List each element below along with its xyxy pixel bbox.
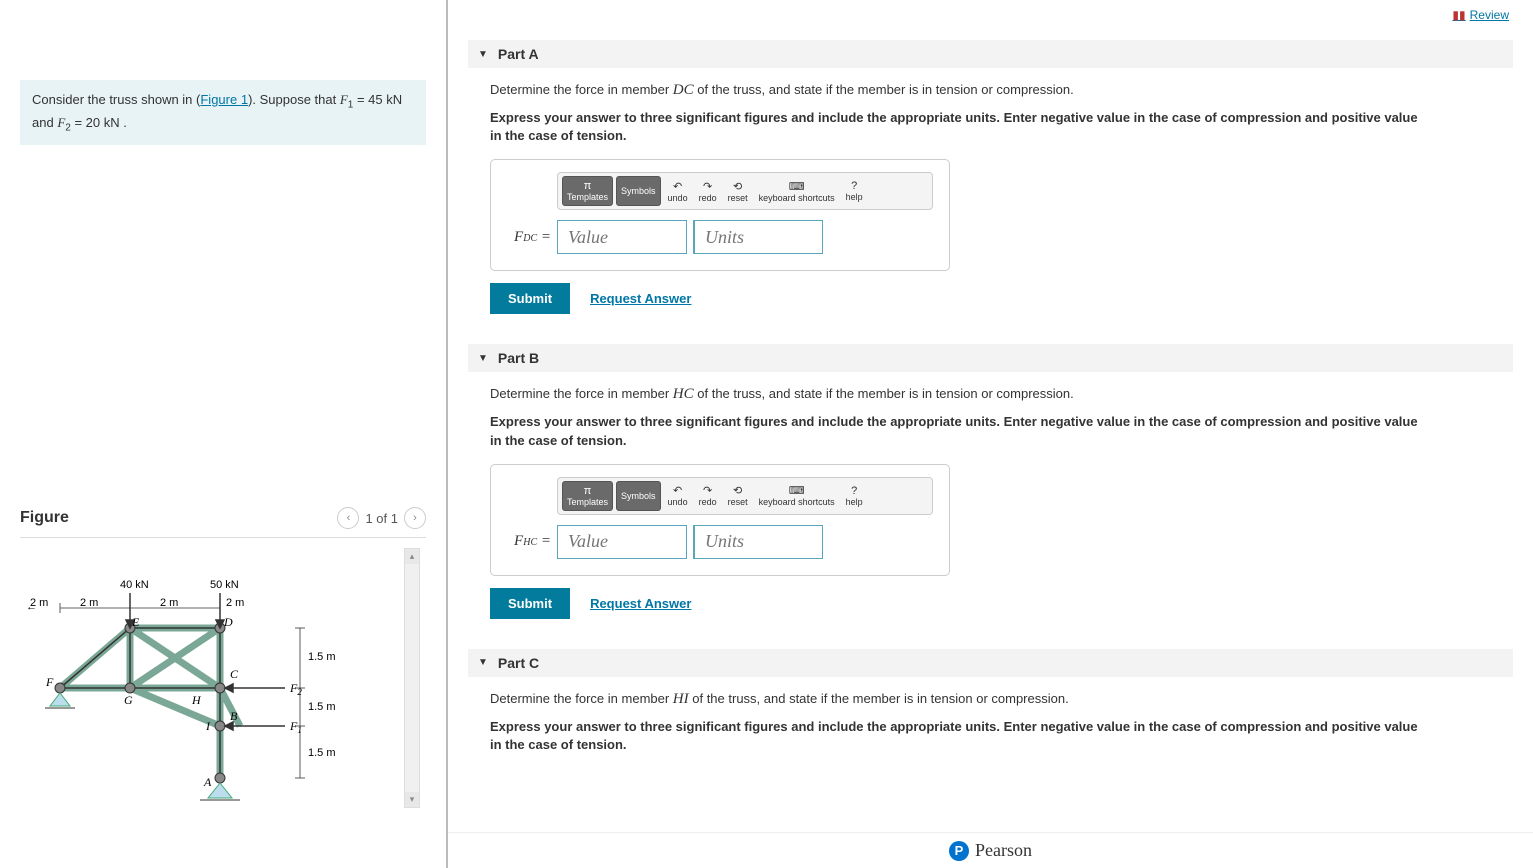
- footer-brand: Pearson: [975, 840, 1032, 861]
- redo-button[interactable]: ↷redo: [695, 176, 721, 206]
- review-link[interactable]: ▮▮ Review: [1452, 8, 1509, 22]
- symbols-button[interactable]: Symbols: [616, 481, 661, 511]
- figure-title: Figure: [20, 509, 69, 527]
- figure-link[interactable]: Figure 1: [200, 92, 248, 107]
- caret-down-icon: ▼: [478, 49, 488, 60]
- svg-text:40 kN: 40 kN: [120, 579, 149, 591]
- reset-button[interactable]: ⟲reset: [724, 176, 752, 206]
- part-a-value-input[interactable]: [557, 220, 687, 254]
- svg-text:2 m: 2 m: [160, 597, 178, 609]
- part-b-header[interactable]: ▼ Part B: [468, 344, 1513, 372]
- part-b-hint: Express your answer to three significant…: [490, 413, 1430, 449]
- part-a-units-input[interactable]: [693, 220, 823, 254]
- part-a-section: ▼ Part A Determine the force in member D…: [468, 40, 1513, 324]
- templates-button[interactable]: πTemplates: [562, 176, 613, 206]
- caret-down-icon: ▼: [478, 657, 488, 668]
- figure-scrollbar[interactable]: ▴ ▾: [404, 548, 420, 808]
- answer-toolbar: πTemplates Symbols ↶undo ↷redo ⟲reset ⌨k…: [557, 477, 933, 515]
- figure-section: Figure ‹ 1 of 1 ›: [20, 507, 426, 808]
- footer: P Pearson: [448, 832, 1533, 868]
- answer-toolbar: πTemplates Symbols ↶undo ↷redo ⟲reset ⌨k…: [557, 172, 933, 210]
- reset-button[interactable]: ⟲reset: [724, 481, 752, 511]
- part-c-title: Part C: [498, 655, 539, 671]
- svg-text:1.5 m: 1.5 m: [308, 701, 336, 713]
- part-b-value-input[interactable]: [557, 525, 687, 559]
- part-b-section: ▼ Part B Determine the force in member H…: [468, 344, 1513, 628]
- part-a-title: Part A: [498, 46, 539, 62]
- part-b-submit-button[interactable]: Submit: [490, 588, 570, 619]
- review-label: Review: [1470, 8, 1509, 22]
- part-b-variable: FHC =: [507, 533, 551, 550]
- problem-text-mid: ). Suppose that: [248, 92, 340, 107]
- scroll-down-icon[interactable]: ▾: [405, 792, 419, 807]
- f1-eq: = 45 kN: [353, 92, 402, 107]
- svg-text:50 kN: 50 kN: [210, 579, 239, 591]
- figure-prev-button[interactable]: ‹: [337, 507, 359, 529]
- svg-text:C: C: [230, 667, 239, 681]
- svg-text:1.5 m: 1.5 m: [308, 651, 336, 663]
- svg-text:H: H: [191, 693, 202, 707]
- redo-button[interactable]: ↷redo: [695, 481, 721, 511]
- problem-text-prefix: Consider the truss shown in (: [32, 92, 200, 107]
- svg-text:1.5 m: 1.5 m: [308, 747, 336, 759]
- part-a-submit-button[interactable]: Submit: [490, 283, 570, 314]
- svg-text:B: B: [230, 709, 238, 723]
- problem-and: and: [32, 115, 57, 130]
- scroll-up-icon[interactable]: ▴: [405, 549, 419, 564]
- part-b-units-input[interactable]: [693, 525, 823, 559]
- left-pane: Consider the truss shown in (Figure 1). …: [0, 0, 448, 868]
- symbols-button[interactable]: Symbols: [616, 176, 661, 206]
- help-button[interactable]: ?help: [842, 481, 867, 511]
- figure-next-button[interactable]: ›: [404, 507, 426, 529]
- help-button[interactable]: ?help: [842, 176, 867, 206]
- templates-button[interactable]: πTemplates: [562, 481, 613, 511]
- right-pane: ▮▮ Review ▼ Part A Determine the force i…: [448, 0, 1533, 868]
- undo-button[interactable]: ↶undo: [664, 481, 692, 511]
- svg-text:G: G: [124, 693, 133, 707]
- pearson-logo-icon: P: [949, 841, 969, 861]
- part-a-answer-box: πTemplates Symbols ↶undo ↷redo ⟲reset ⌨k…: [490, 159, 950, 271]
- part-a-question: Determine the force in member DC of the …: [490, 82, 1513, 99]
- undo-button[interactable]: ↶undo: [664, 176, 692, 206]
- flag-icon: ▮▮: [1452, 8, 1465, 22]
- svg-text:F: F: [45, 675, 54, 689]
- part-c-header[interactable]: ▼ Part C: [468, 649, 1513, 677]
- part-b-answer-box: πTemplates Symbols ↶undo ↷redo ⟲reset ⌨k…: [490, 464, 950, 576]
- part-a-variable: FDC =: [507, 229, 551, 246]
- part-a-header[interactable]: ▼ Part A: [468, 40, 1513, 68]
- keyboard-button[interactable]: ⌨keyboard shortcuts: [755, 481, 839, 511]
- keyboard-button[interactable]: ⌨keyboard shortcuts: [755, 176, 839, 206]
- part-b-title: Part B: [498, 350, 539, 366]
- part-c-question: Determine the force in member HI of the …: [490, 691, 1513, 708]
- problem-end: .: [120, 115, 127, 130]
- svg-text:2 m: 2 m: [30, 597, 48, 609]
- figure-nav: ‹ 1 of 1 ›: [337, 507, 426, 529]
- part-c-hint: Express your answer to three significant…: [490, 718, 1430, 754]
- problem-statement: Consider the truss shown in (Figure 1). …: [20, 80, 426, 145]
- svg-text:E: E: [131, 615, 140, 629]
- f2-eq: = 20 kN: [71, 115, 120, 130]
- figure-counter: 1 of 1: [365, 511, 398, 526]
- part-b-question: Determine the force in member HC of the …: [490, 386, 1513, 403]
- svg-text:D: D: [223, 615, 233, 629]
- truss-figure: 40 kN 50 kN 2 m 2 m ← 1.5 m 1.5 m 1.5 m …: [20, 548, 400, 808]
- svg-text:2 m: 2 m: [226, 597, 244, 609]
- part-b-request-answer-link[interactable]: Request Answer: [590, 596, 691, 611]
- part-c-section: ▼ Part C Determine the force in member H…: [468, 649, 1513, 778]
- f1-var: F: [340, 92, 348, 107]
- svg-text:2 m: 2 m: [80, 597, 98, 609]
- part-a-request-answer-link[interactable]: Request Answer: [590, 291, 691, 306]
- part-a-hint: Express your answer to three significant…: [490, 109, 1430, 145]
- svg-text:A: A: [203, 775, 212, 789]
- caret-down-icon: ▼: [478, 353, 488, 364]
